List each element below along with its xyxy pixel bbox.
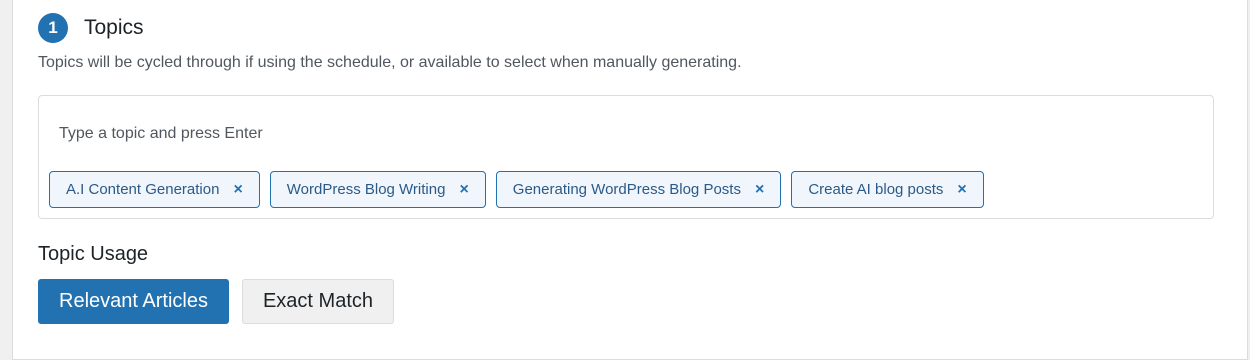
topic-input[interactable]	[51, 118, 667, 150]
topic-tag-label: Create AI blog posts	[808, 181, 944, 198]
exact-match-button[interactable]: Exact Match	[241, 279, 395, 324]
step-description: Topics will be cycled through if using t…	[38, 54, 742, 71]
step-header: 1 Topics	[38, 12, 144, 44]
close-icon[interactable]: ×	[755, 181, 764, 198]
topic-input-box[interactable]: A.I Content Generation × WordPress Blog …	[38, 95, 1214, 219]
topic-tag-list: A.I Content Generation × WordPress Blog …	[49, 171, 984, 208]
close-icon[interactable]: ×	[957, 181, 966, 198]
step-number-badge: 1	[38, 13, 68, 43]
close-icon[interactable]: ×	[233, 181, 242, 198]
topic-tag-label: A.I Content Generation	[66, 181, 220, 198]
topic-tag[interactable]: Generating WordPress Blog Posts ×	[495, 171, 782, 208]
topic-tag-label: Generating WordPress Blog Posts	[512, 181, 741, 198]
topic-tag-label: WordPress Blog Writing	[286, 181, 446, 198]
step-title: Topics	[84, 16, 144, 39]
topic-usage-toggle: Relevant Articles Exact Match	[38, 279, 395, 324]
topic-tag[interactable]: Create AI blog posts ×	[791, 171, 984, 208]
topic-tag[interactable]: A.I Content Generation ×	[49, 171, 260, 208]
topic-usage-heading: Topic Usage	[38, 243, 149, 265]
close-icon[interactable]: ×	[459, 181, 468, 198]
relevant-articles-button[interactable]: Relevant Articles	[38, 279, 229, 324]
topic-tag[interactable]: WordPress Blog Writing ×	[269, 171, 486, 208]
